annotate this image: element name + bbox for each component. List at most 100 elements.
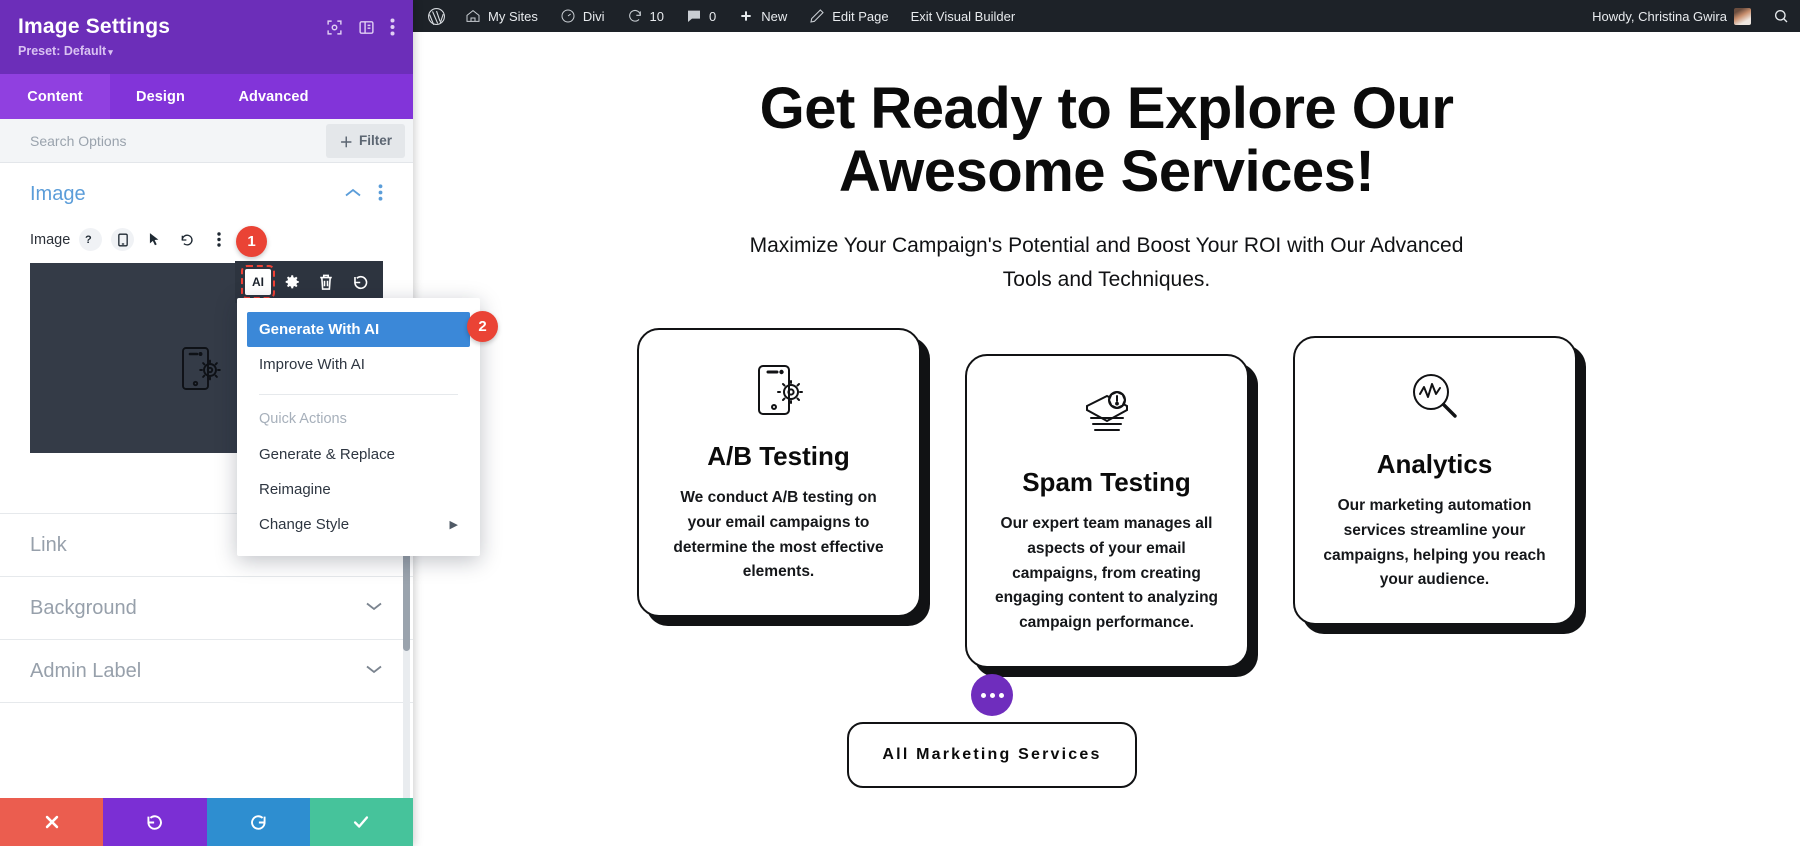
card-spam-testing[interactable]: Spam Testing Our expert team manages all… [964,354,1249,668]
admin-bar-item-exit-visual-builder[interactable]: Exit Visual Builder [900,0,1027,32]
admin-bar-label-comments: 0 [708,8,717,24]
menu-divider [259,394,458,395]
chevron-down-icon [365,599,383,617]
wordpress-logo-icon[interactable] [413,0,454,32]
admin-bar-account-label: Howdy, Christina Gwira [1592,8,1727,24]
undo-icon[interactable] [347,269,373,295]
dot [980,692,986,698]
section-background[interactable]: Background [0,576,413,639]
close-icon [45,815,58,829]
menu-item-change-style-label: Change Style [259,516,350,533]
admin-bar-item-new[interactable]: New [727,0,798,32]
page-subtitle: Maximize Your Campaign's Potential and B… [749,234,1464,291]
svg-text:?: ? [85,234,92,246]
search-input[interactable] [30,132,319,149]
plus-icon [741,11,751,21]
admin-bar-search[interactable] [1762,0,1800,32]
step-badge-2: 2 [467,311,498,342]
card-text: Our expert team manages all aspects of y… [994,515,1219,632]
chevron-up-icon[interactable] [344,186,362,204]
hover-cursor-icon[interactable] [143,228,166,251]
admin-bar-item-divi[interactable]: Divi [549,0,616,32]
step-badge-1: 1 [236,226,267,257]
focus-target-icon[interactable] [326,19,343,41]
wp-admin-bar: My Sites Divi 10 0 New Edit Page Exit Vi… [413,0,1800,32]
card-text: Our marketing automation services stream… [1323,497,1546,589]
card-text: We conduct A/B testing on your email cam… [673,489,884,581]
updates-refresh-icon [628,9,641,22]
card-ab-testing[interactable]: A/B Testing We conduct A/B testing on yo… [636,328,921,618]
sites-icon [466,10,480,22]
card-title: Analytics [1376,449,1493,479]
section-title-admin-label: Admin Label [30,659,142,682]
panel-title: Image Settings [18,15,171,38]
chevron-down-icon: ▾ [108,47,113,58]
chevron-right-icon: ▶ [449,519,458,531]
menu-item-improve-with-ai[interactable]: Improve With AI [237,347,480,382]
tab-design[interactable]: Design [110,74,211,119]
chevron-down-icon [365,662,383,680]
redo-button[interactable] [206,798,310,846]
section-title-link: Link [30,533,67,556]
panel-header: Image Settings Preset: Default ▾ [0,0,413,74]
panel-preset[interactable]: Preset: Default ▾ [18,44,170,58]
section-admin-label[interactable]: Admin Label [0,639,413,702]
all-marketing-services-button[interactable]: All Marketing Services [847,722,1137,788]
admin-bar-label-edit-page: Edit Page [832,8,889,24]
tab-content[interactable]: Content [0,74,110,119]
spam-envelope-alert-icon [1081,388,1133,449]
admin-bar-item-comments[interactable]: 0 [675,0,727,32]
cancel-button[interactable] [0,798,104,846]
search-icon [1775,10,1788,23]
ai-icon[interactable]: AI [241,265,275,299]
save-button[interactable] [309,798,413,846]
kebab-menu-icon[interactable] [207,228,230,251]
dot [998,692,1004,698]
avatar [1734,7,1751,25]
admin-bar-account[interactable]: Howdy, Christina Gwira [1581,0,1762,32]
layout-panel-icon[interactable] [358,19,375,41]
ellipsis-badge[interactable] [971,674,1013,716]
search-bar: ＋ Filter [0,119,413,163]
menu-item-reimagine[interactable]: Reimagine [237,472,480,507]
help-icon[interactable]: ? [79,228,103,251]
menu-item-generate-with-ai[interactable]: Generate With AI [247,312,470,347]
reset-icon[interactable] [175,228,198,251]
service-cards: A/B Testing We conduct A/B testing on yo… [413,328,1800,668]
gear-icon[interactable] [279,269,305,295]
undo-button[interactable] [103,798,207,846]
comment-bubble-icon [687,10,700,22]
panel-tabs: Content Design Advanced [0,74,413,119]
redo-icon [250,814,266,830]
kebab-menu-icon[interactable] [378,183,383,206]
check-icon [354,816,369,828]
card-title: A/B Testing [707,441,850,471]
page-canvas: Get Ready to Explore Our Awesome Service… [413,32,1800,846]
menu-group-quick-actions: Quick Actions [259,411,347,427]
dot [989,692,995,698]
card-analytics[interactable]: Analytics Our marketing automation servi… [1292,336,1577,626]
trash-icon[interactable] [313,269,339,295]
analytics-magnifier-icon [1409,370,1461,431]
admin-bar-label-my-sites: My Sites [488,8,538,24]
filter-button[interactable]: ＋ Filter [326,123,405,158]
image-field-label: Image [30,231,71,248]
phone-settings-icon [755,362,803,423]
admin-bar-label-exit-visual-builder: Exit Visual Builder [910,8,1016,24]
admin-bar-item-updates[interactable]: 10 [616,0,675,32]
admin-bar-item-edit-page[interactable]: Edit Page [798,0,899,32]
admin-bar-label-divi: Divi [582,8,605,24]
image-field-row: Image ? [30,228,383,251]
section-title-image[interactable]: Image [30,183,86,206]
undo-icon [147,814,163,830]
menu-item-generate-and-replace[interactable]: Generate & Replace [237,437,480,472]
tab-advanced[interactable]: Advanced [211,74,336,119]
menu-item-change-style[interactable]: Change Style ▶ [237,507,480,542]
responsive-phone-icon[interactable] [111,228,135,251]
kebab-menu-icon[interactable] [390,18,395,41]
phone-settings-icon [180,345,222,398]
panel-preset-label: Preset: Default [18,44,107,59]
admin-bar-item-my-sites[interactable]: My Sites [454,0,549,32]
plus-icon: ＋ [339,134,353,150]
pencil-icon [810,9,824,23]
